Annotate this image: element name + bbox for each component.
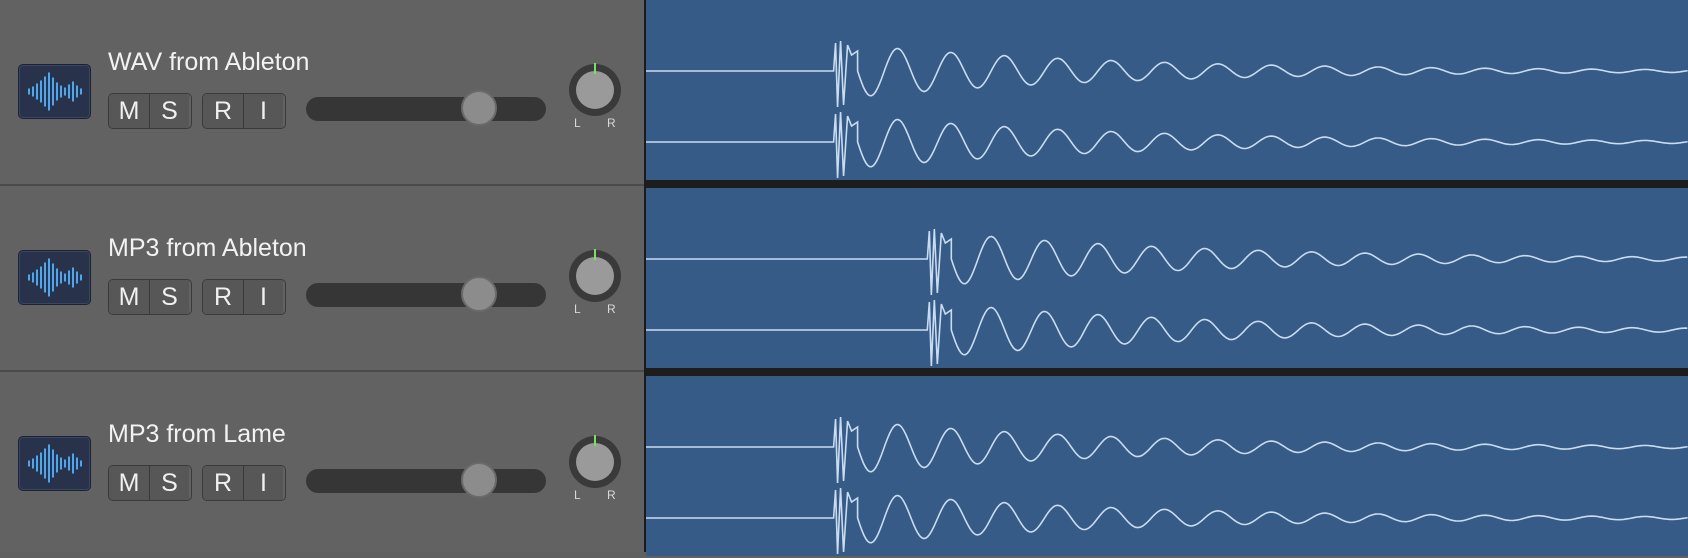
solo-button[interactable]: S xyxy=(149,280,189,314)
volume-slider-thumb[interactable] xyxy=(460,276,497,312)
track-header-3[interactable]: MP3 from Lame M S R I L R xyxy=(0,372,644,558)
mute-solo-group: M S xyxy=(108,465,192,501)
record-input-group: R I xyxy=(202,465,286,501)
pan-right-label: R xyxy=(607,488,616,502)
pan-right-label: R xyxy=(607,302,616,316)
waveform-channel xyxy=(646,299,1688,367)
audio-region-1[interactable] xyxy=(646,0,1688,180)
record-input-group: R I xyxy=(202,93,286,129)
track-name[interactable]: MP3 from Lame xyxy=(108,420,286,449)
track-name[interactable]: MP3 from Ableton xyxy=(108,234,307,263)
pan-knob[interactable] xyxy=(569,435,621,488)
audio-waveform-icon xyxy=(18,64,91,119)
track-header-2[interactable]: MP3 from Ableton M S R I L R xyxy=(0,186,644,372)
mute-solo-group: M S xyxy=(108,93,192,129)
track-name[interactable]: WAV from Ableton xyxy=(108,48,309,77)
record-enable-button[interactable]: R xyxy=(203,94,243,128)
input-monitor-button[interactable]: I xyxy=(243,94,283,128)
input-monitor-button[interactable]: I xyxy=(243,466,283,500)
input-monitor-button[interactable]: I xyxy=(243,280,283,314)
mute-button[interactable]: M xyxy=(109,466,149,500)
solo-button[interactable]: S xyxy=(149,94,189,128)
audio-waveform-icon xyxy=(18,436,91,491)
waveform-channel xyxy=(646,228,1688,296)
volume-slider-thumb[interactable] xyxy=(460,90,497,126)
waveform-display xyxy=(646,228,1688,367)
record-enable-button[interactable]: R xyxy=(203,280,243,314)
pan-knob[interactable] xyxy=(569,63,621,116)
waveform-channel xyxy=(646,487,1688,555)
pan-left-label: L xyxy=(574,488,581,502)
solo-button[interactable]: S xyxy=(149,466,189,500)
pan-indicator xyxy=(594,249,596,260)
volume-slider[interactable] xyxy=(306,462,546,498)
volume-slider[interactable] xyxy=(306,90,546,126)
volume-slider-thumb[interactable] xyxy=(460,462,497,498)
pan-left-label: L xyxy=(574,302,581,316)
tracks-workspace[interactable] xyxy=(646,0,1688,556)
mute-solo-group: M S xyxy=(108,279,192,315)
audio-region-2[interactable] xyxy=(646,188,1688,368)
pan-left-label: L xyxy=(574,116,581,130)
waveform-channel xyxy=(646,416,1688,484)
record-input-group: R I xyxy=(202,279,286,315)
audio-region-3[interactable] xyxy=(646,376,1688,556)
volume-slider[interactable] xyxy=(306,276,546,312)
record-enable-button[interactable]: R xyxy=(203,466,243,500)
mute-button[interactable]: M xyxy=(109,94,149,128)
track-header-1[interactable]: WAV from Ableton M S R I L R xyxy=(0,0,644,186)
mute-button[interactable]: M xyxy=(109,280,149,314)
audio-waveform-icon xyxy=(18,250,91,305)
waveform-display xyxy=(646,416,1688,555)
waveform-channel xyxy=(646,111,1688,179)
track-headers: WAV from Ableton M S R I L R MP3 from Ab… xyxy=(0,0,646,552)
waveform-display xyxy=(646,40,1688,179)
pan-indicator xyxy=(594,63,596,74)
pan-knob[interactable] xyxy=(569,249,621,302)
waveform-channel xyxy=(646,40,1688,108)
pan-indicator xyxy=(594,435,596,446)
pan-right-label: R xyxy=(607,116,616,130)
